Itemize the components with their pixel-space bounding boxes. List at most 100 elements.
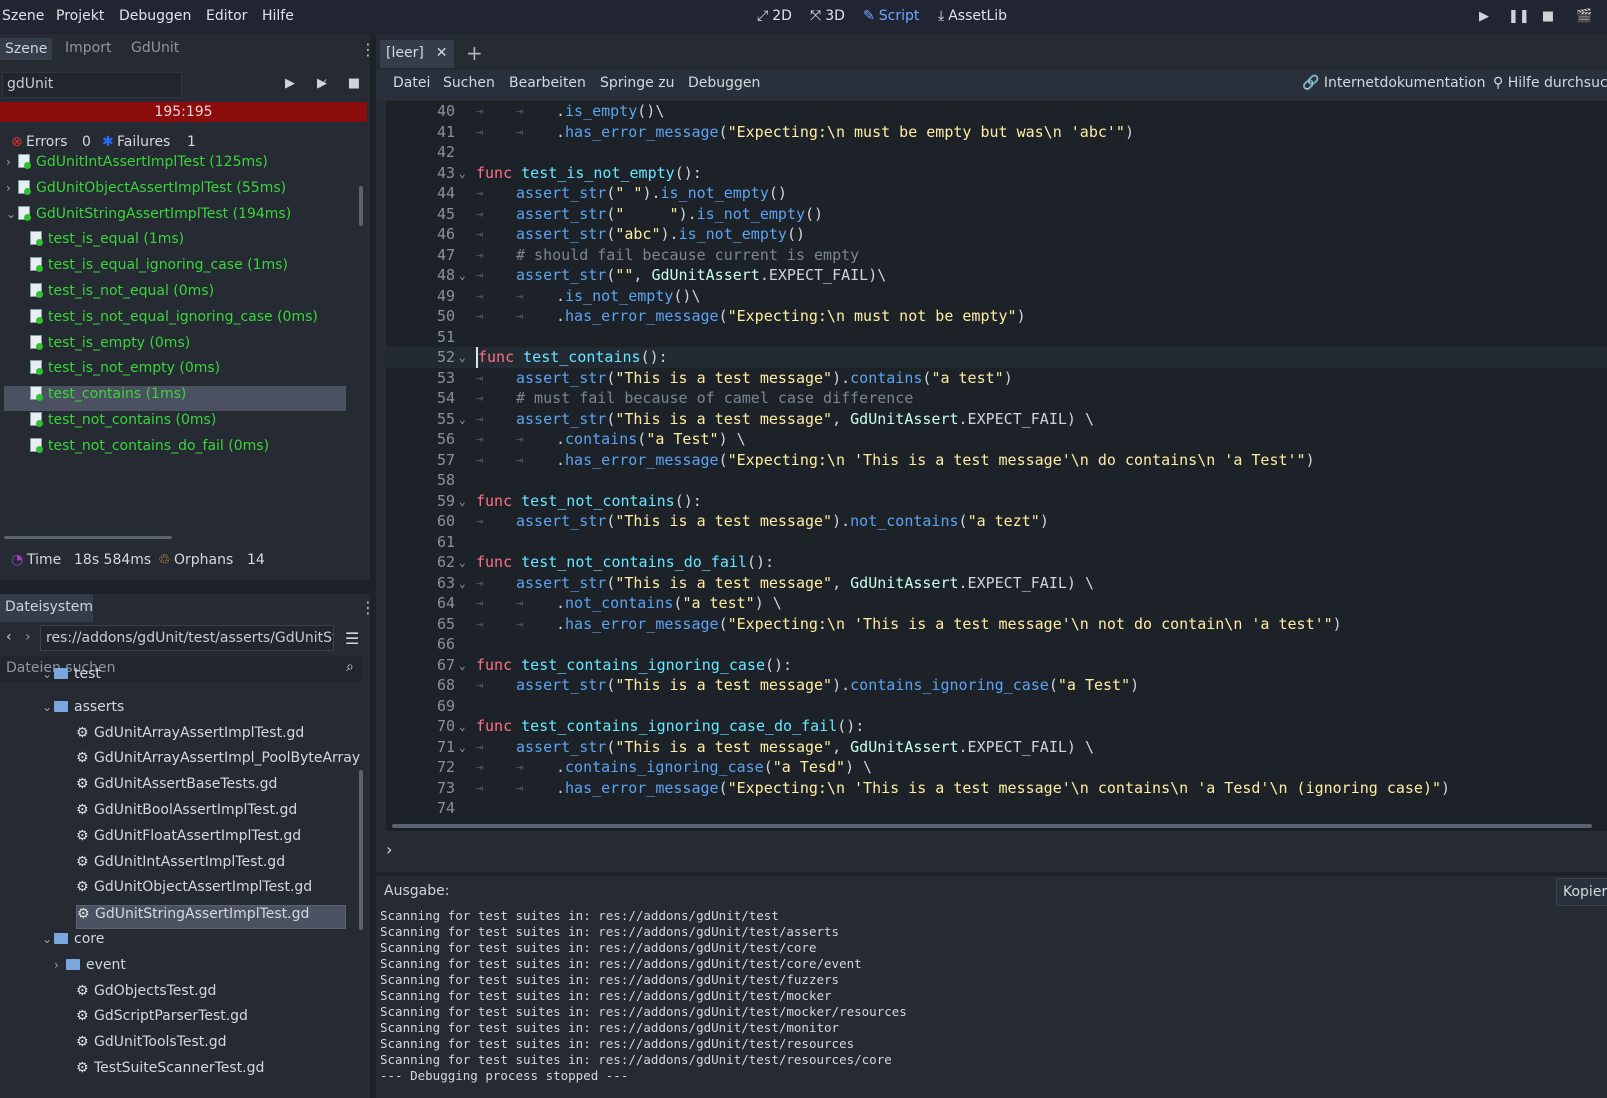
back-icon[interactable]: ‹: [6, 629, 12, 645]
tab-dateisystem[interactable]: Dateisystem: [0, 594, 93, 622]
add-tab-icon[interactable]: +: [466, 41, 483, 65]
fold-icon[interactable]: ⌄: [459, 491, 466, 512]
file-item[interactable]: ⚙ GdUnitFloatAssertImplTest.gd: [76, 828, 301, 852]
editor-menu-datei[interactable]: Datei: [393, 75, 430, 91]
chevron-right-icon[interactable]: ›: [6, 181, 18, 195]
code-line[interactable]: 56 ⇥ ⇥ .contains("a Test") \: [386, 429, 1607, 450]
code-line[interactable]: 53 ⇥ assert_str("This is a test message").…: [386, 368, 1607, 389]
fold-icon[interactable]: ⌄: [459, 163, 466, 184]
chevron-down-icon[interactable]: ⌄: [6, 207, 18, 221]
fold-icon[interactable]: ⌄: [459, 347, 466, 368]
tab-gdunit[interactable]: GdUnit: [131, 40, 179, 56]
code-line[interactable]: 74: [386, 798, 1607, 819]
workspace-assetlib-button[interactable]: ⤓ AssetLib: [938, 8, 1007, 24]
close-icon[interactable]: ✕: [436, 45, 448, 61]
expand-panel-toggle[interactable]: ›: [376, 834, 1607, 868]
fold-icon[interactable]: ⌄: [459, 716, 466, 737]
folder-item[interactable]: › event: [54, 957, 126, 981]
fs-menu-icon[interactable]: ⋮: [360, 598, 376, 617]
list-view-icon[interactable]: ☰: [345, 629, 359, 648]
test-tree-item[interactable]: test_contains (1ms): [4, 386, 346, 412]
code-line[interactable]: 65 ⇥ ⇥ .has_error_message("Expecting:\n 'Th…: [386, 614, 1607, 635]
code-line[interactable]: 40 ⇥ ⇥ .is_empty()\: [386, 101, 1607, 122]
file-item[interactable]: ⚙ TestSuiteScannerTest.gd: [76, 1060, 264, 1084]
test-tree-item[interactable]: test_not_contains (0ms): [0, 412, 362, 437]
test-tree-item[interactable]: test_is_not_equal (0ms): [0, 283, 362, 308]
debug-tests-icon[interactable]: ▶̷: [314, 76, 330, 94]
folder-item[interactable]: ⌄ core: [42, 931, 104, 955]
code-area[interactable]: 40 ⇥ ⇥ .is_empty()\ 41 ⇥ ⇥ .has_error_message("…: [386, 101, 1607, 831]
file-item[interactable]: ⚙ GdUnitBoolAssertImplTest.gd: [76, 802, 297, 826]
chevron-down-icon[interactable]: ⌄: [42, 932, 54, 946]
play-scene-icon[interactable]: 🎬: [1576, 9, 1592, 25]
menu-editor[interactable]: Editor: [206, 8, 247, 24]
test-tree-item[interactable]: test_is_not_equal_ignoring_case (0ms): [0, 308, 362, 334]
file-item[interactable]: ⚙ GdUnitArrayAssertImplTest.gd: [76, 725, 304, 749]
code-line[interactable]: 44 ⇥ assert_str(" ").is_not_empty(): [386, 183, 1607, 204]
test-tree-item[interactable]: test_not_contains_do_fail (0ms): [0, 437, 362, 463]
editor-menu-springe-zu[interactable]: Springe zu: [600, 75, 674, 91]
test-tree-item[interactable]: ⌄ GdUnitStringAssertImplTest (194ms): [0, 205, 362, 231]
code-line[interactable]: 50 ⇥ ⇥ .has_error_message("Expecting:\n mus…: [386, 306, 1607, 327]
code-hscrollbar[interactable]: [392, 824, 1592, 828]
test-tree-item[interactable]: › GdUnitObjectAssertImplTest (55ms): [0, 179, 362, 205]
code-line[interactable]: 68 ⇥ assert_str("This is a test message").…: [386, 675, 1607, 696]
editor-menu-bearbeiten[interactable]: Bearbeiten: [509, 75, 586, 91]
menu-debuggen[interactable]: Debuggen: [119, 8, 191, 24]
editor-menu-suchen[interactable]: Suchen: [443, 75, 495, 91]
editor-menu-debuggen[interactable]: Debuggen: [688, 75, 760, 91]
code-line[interactable]: 49 ⇥ ⇥ .is_not_empty()\: [386, 286, 1607, 307]
code-line[interactable]: 59 ⌄ func test_not_contains():: [386, 491, 1607, 512]
code-line[interactable]: 55 ⌄ ⇥ assert_str("This is a test message",…: [386, 409, 1607, 430]
folder-item[interactable]: ⌄ asserts: [42, 699, 124, 723]
test-tree-item[interactable]: test_is_not_empty (0ms): [0, 360, 362, 385]
test-tree-hscrollbar[interactable]: [4, 536, 172, 539]
chevron-down-icon[interactable]: ⌄: [42, 700, 54, 714]
test-tree-item[interactable]: test_is_empty (0ms): [0, 334, 362, 360]
file-item[interactable]: ⚙ GdUnitToolsTest.gd: [76, 1034, 227, 1058]
code-line[interactable]: 43 ⌄ func test_is_not_empty():: [386, 163, 1607, 184]
open-file-tab[interactable]: [leer] ✕: [380, 40, 454, 68]
file-item[interactable]: ⚙ GdUnitIntAssertImplTest.gd: [76, 854, 285, 878]
fold-icon[interactable]: ⌄: [459, 655, 466, 676]
fold-icon[interactable]: ⌄: [459, 737, 466, 758]
stop-tests-icon[interactable]: ■: [346, 76, 362, 94]
code-line[interactable]: 60 ⇥ assert_str("This is a test message").…: [386, 511, 1607, 532]
test-tree-item[interactable]: test_is_equal_ignoring_case (1ms): [0, 257, 362, 282]
code-line[interactable]: 71 ⌄ ⇥ assert_str("This is a test message",…: [386, 737, 1607, 758]
menu-szene[interactable]: Szene: [2, 8, 44, 24]
code-line[interactable]: 70 ⌄ func test_contains_ignoring_case_do_f…: [386, 716, 1607, 737]
fold-icon[interactable]: ⌄: [459, 573, 466, 594]
menu-projekt[interactable]: Projekt: [56, 8, 104, 24]
code-line[interactable]: 63 ⌄ ⇥ assert_str("This is a test message",…: [386, 573, 1607, 594]
code-line[interactable]: 46 ⇥ assert_str("abc").is_not_empty(): [386, 224, 1607, 245]
code-line[interactable]: 72 ⇥ ⇥ .contains_ignoring_case("a Tesd") \: [386, 757, 1607, 778]
folder-item[interactable]: ⌄ test: [42, 668, 101, 682]
code-line[interactable]: 66: [386, 634, 1607, 655]
file-item[interactable]: ⚙ GdObjectsTest.gd: [76, 983, 216, 1007]
online-docs-link[interactable]: 🔗 Internetdokumentation: [1302, 75, 1486, 91]
code-line[interactable]: 58: [386, 470, 1607, 491]
code-line[interactable]: 61: [386, 532, 1607, 553]
code-line[interactable]: 42: [386, 142, 1607, 163]
gdunit-filter-input[interactable]: gdUnit: [2, 72, 182, 98]
code-line[interactable]: 73 ⇥ ⇥ .has_error_message("Expecting:\n 'Th…: [386, 778, 1607, 799]
code-line[interactable]: 41 ⇥ ⇥ .has_error_message("Expecting:\n mus…: [386, 122, 1607, 143]
code-line[interactable]: 48 ⌄ ⇥ assert_str("", GdUnitAssert.EXPECT_F…: [386, 265, 1607, 286]
file-item[interactable]: ⚙ GdUnitObjectAssertImplTest.gd: [76, 879, 312, 903]
menu-hilfe[interactable]: Hilfe: [262, 8, 294, 24]
test-tree-item[interactable]: test_is_equal (1ms): [0, 231, 362, 256]
code-line[interactable]: 62 ⌄ func test_not_contains_do_fail():: [386, 552, 1607, 573]
chevron-right-icon[interactable]: ›: [6, 155, 18, 169]
run-tests-icon[interactable]: ▶: [282, 76, 298, 94]
file-tree-scrollbar[interactable]: [359, 770, 363, 930]
forward-icon[interactable]: ›: [25, 629, 31, 645]
chevron-right-icon[interactable]: ›: [54, 958, 66, 972]
path-input[interactable]: res://addons/gdUnit/test/asserts/GdUnitS…: [40, 625, 334, 651]
copy-button[interactable]: Kopier: [1556, 878, 1607, 906]
code-line[interactable]: 64 ⇥ ⇥ .not_contains("a test") \: [386, 593, 1607, 614]
code-line[interactable]: 45 ⇥ assert_str(" ").is_not_empty(): [386, 204, 1607, 225]
file-item[interactable]: ⚙ GdScriptParserTest.gd: [76, 1008, 248, 1032]
code-line[interactable]: 47 ⇥ # should fail because current is empt…: [386, 245, 1607, 266]
fold-icon[interactable]: ⌄: [459, 265, 466, 286]
